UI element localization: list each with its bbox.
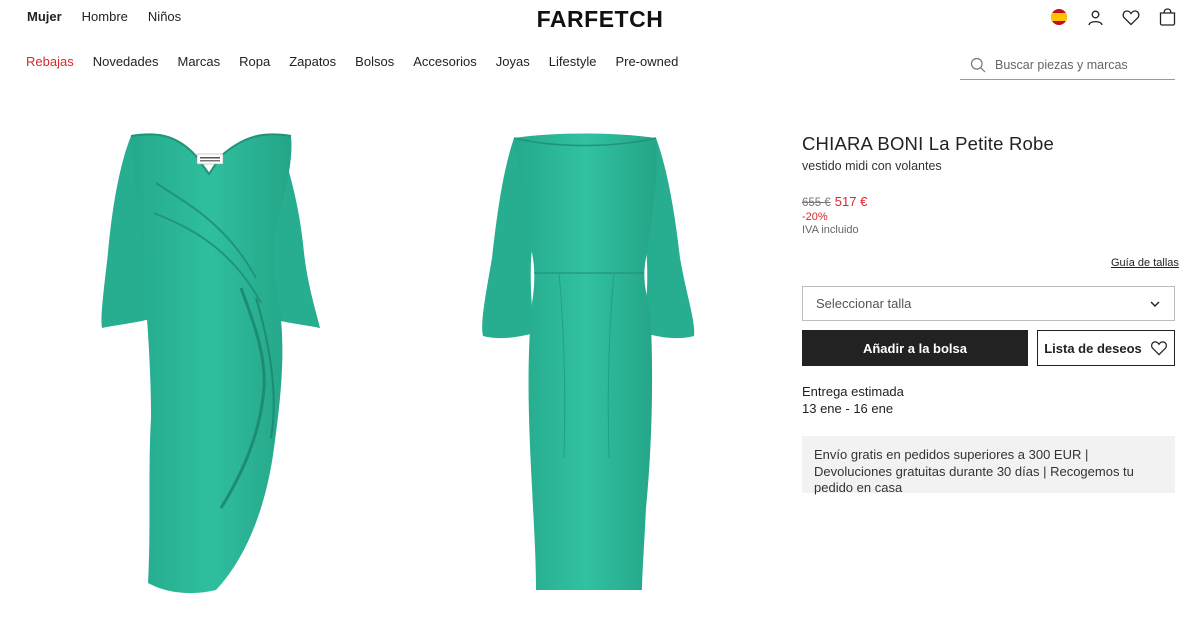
account-icon[interactable] bbox=[1086, 8, 1104, 26]
search-bar bbox=[960, 50, 1175, 80]
sale-price: 517 € bbox=[834, 194, 868, 209]
original-price: 655 € bbox=[802, 197, 831, 209]
category-joyas[interactable]: Joyas bbox=[496, 54, 530, 69]
size-select-label: Seleccionar talla bbox=[816, 296, 912, 311]
discount-badge: -20% bbox=[802, 211, 828, 223]
size-select[interactable]: Seleccionar talla bbox=[802, 286, 1175, 321]
price-block: 655 €517 € bbox=[802, 194, 1176, 209]
category-ropa[interactable]: Ropa bbox=[239, 54, 270, 69]
farfetch-logo[interactable]: FARFETCH bbox=[537, 6, 664, 32]
search-input[interactable] bbox=[995, 57, 1165, 72]
delivery-estimate: Entrega estimada 13 ene - 16 ene bbox=[802, 384, 904, 417]
category-bolsos[interactable]: Bolsos bbox=[355, 54, 394, 69]
product-info: CHIARA BONI La Petite Robe vestido midi … bbox=[802, 133, 1176, 236]
category-accesorios[interactable]: Accesorios bbox=[413, 54, 477, 69]
product-name: vestido midi con volantes bbox=[802, 159, 942, 173]
product-brand[interactable]: CHIARA BONI La Petite Robe bbox=[802, 133, 1176, 155]
shipping-note: Envío gratis en pedidos superiores a 300… bbox=[814, 447, 1134, 495]
category-marcas[interactable]: Marcas bbox=[177, 54, 220, 69]
wishlist-button[interactable]: Lista de deseos bbox=[1037, 330, 1175, 366]
gender-tab-hombre[interactable]: Hombre bbox=[82, 9, 128, 24]
category-zapatos[interactable]: Zapatos bbox=[289, 54, 336, 69]
delivery-dates: 13 ene - 16 ene bbox=[802, 400, 894, 416]
gender-nav: Mujer Hombre Niños bbox=[27, 9, 181, 24]
size-guide-link[interactable]: Guía de tallas bbox=[1111, 257, 1179, 269]
category-novedades[interactable]: Novedades bbox=[93, 54, 159, 69]
category-rebajas[interactable]: Rebajas bbox=[26, 54, 74, 69]
spain-flag-icon[interactable] bbox=[1050, 8, 1068, 26]
gender-tab-mujer[interactable]: Mujer bbox=[27, 9, 62, 24]
dress-back-image[interactable] bbox=[474, 128, 704, 598]
dress-front-image[interactable] bbox=[96, 128, 326, 598]
category-lifestyle[interactable]: Lifestyle bbox=[549, 54, 597, 69]
heart-icon bbox=[1150, 341, 1167, 356]
wishlist-button-label: Lista de deseos bbox=[1044, 340, 1142, 356]
gender-tab-ninos[interactable]: Niños bbox=[148, 9, 181, 24]
category-nav: Rebajas Novedades Marcas Ropa Zapatos Bo… bbox=[26, 54, 697, 69]
wishlist-heart-icon[interactable] bbox=[1122, 8, 1140, 26]
search-icon[interactable] bbox=[970, 57, 986, 73]
category-pre-owned[interactable]: Pre-owned bbox=[615, 54, 678, 69]
add-to-bag-button[interactable]: Añadir a la bolsa bbox=[802, 330, 1028, 366]
vat-note: IVA incluido bbox=[802, 224, 859, 236]
header-icons bbox=[1050, 8, 1176, 26]
chevron-down-icon bbox=[1150, 301, 1160, 307]
shopping-bag-icon[interactable] bbox=[1158, 8, 1176, 26]
shipping-info-box: Envío gratis en pedidos superiores a 300… bbox=[802, 436, 1175, 495]
delivery-label: Entrega estimada bbox=[802, 384, 904, 399]
